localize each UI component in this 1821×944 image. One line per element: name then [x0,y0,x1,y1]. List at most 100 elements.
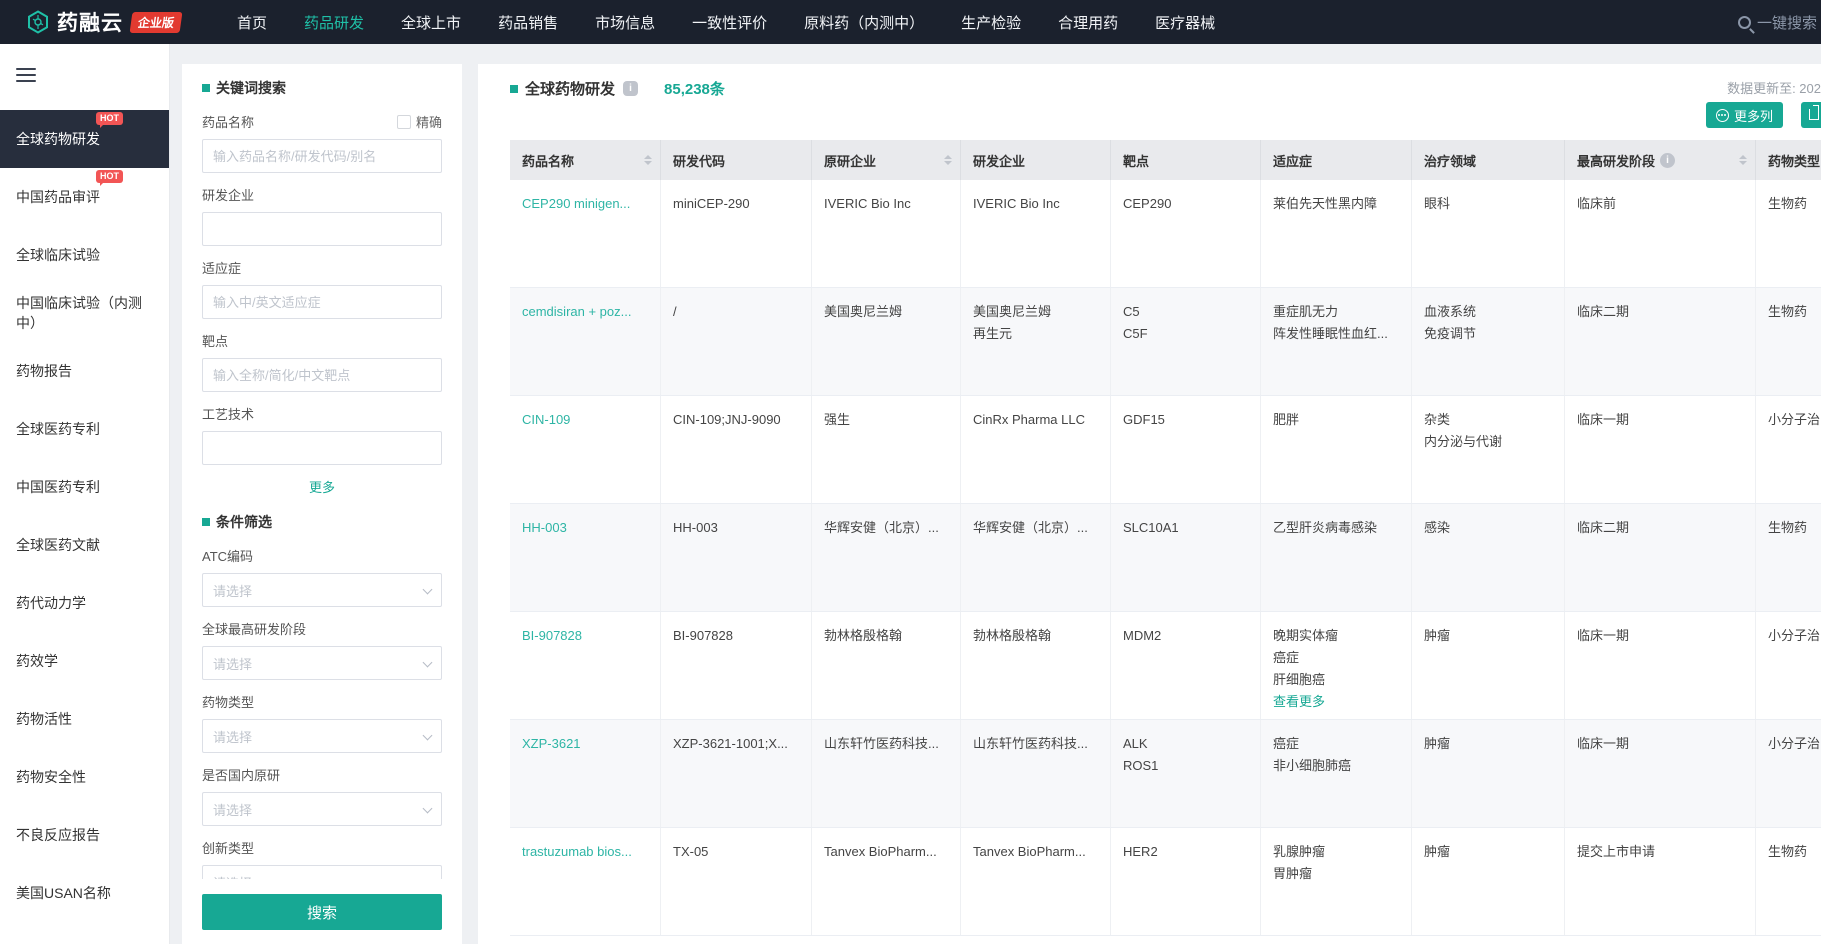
drug-name-link[interactable]: BI-907828 [522,625,650,647]
select-是否国内原研[interactable]: 请选择 [202,792,442,826]
filter-input-研发企业[interactable] [202,212,442,246]
filter-input-靶点[interactable] [202,358,442,392]
column-info-icon[interactable]: i [1660,152,1676,168]
nav-item-原料药（内测中）[interactable]: 原料药（内测中） [804,12,924,33]
sidebar-item[interactable]: 全球医药文献 [0,516,169,574]
cell-text: 癌症 [1273,650,1300,665]
table-row: XZP-3621 XZP-3621-1001;X... 山东轩竹医药科技... 山东轩… [510,720,1821,828]
select-药物类型[interactable]: 请选择 [202,719,442,753]
cell-indication: 癌症 非小细胞肺癌 [1261,720,1412,827]
column-header-label: 药物类型 [1768,153,1821,169]
global-search-button[interactable]: 一键搜索 [1737,12,1817,33]
drug-name-link[interactable]: cemdisiran + poz... [522,301,650,323]
sidebar-item[interactable]: 美国USAN名称 [0,864,169,922]
filter-select-label: 全球最高研发阶段 [202,622,307,637]
cell-developer: 山东轩竹医药科技... [961,720,1111,827]
column-header-靶点: 靶点 [1111,140,1261,180]
filter-field-label: 药品名称 [202,115,255,130]
pharnexcloud-drug-rd-page: { "nav": { "logo_text": "药融云", "logo_bad… [0,0,1821,944]
sidebar-item-label: 中国医药专利 [16,479,100,495]
cell-text: 华辉安健（北京）... [824,520,939,535]
more-filters-link[interactable]: 更多 [202,477,442,496]
nav-item-医疗器械[interactable]: 医疗器械 [1155,12,1215,33]
sidebar-item-label: 中国药品审评 [16,189,100,205]
drug-name-link[interactable]: XZP-3621 [522,733,650,755]
sidebar-item[interactable]: 中国医药专利 [0,458,169,516]
nav-item-首页[interactable]: 首页 [237,12,267,33]
sidebar-item-label: 中国临床试验（内测中） [16,295,142,331]
drug-name-link[interactable]: HH-003 [522,517,650,539]
sort-caret-icon[interactable] [1733,151,1747,169]
search-button[interactable]: 搜索 [202,894,442,930]
cell-target: SLC10A1 [1111,504,1261,611]
table-body: CEP290 minigen... miniCEP-290 IVERIC Bio I… [510,180,1821,936]
cell-highest-stage: 提交上市申请 [1565,828,1756,935]
filter-field: 药品名称 精确 [202,112,442,173]
cell-target: ALK ROS1 [1111,720,1261,827]
title-info-icon[interactable]: i [623,81,639,96]
cell-text: 免疫调节 [1424,326,1477,341]
select-全球最高研发阶段[interactable]: 请选择 [202,646,442,680]
sidebar-item[interactable]: 中国药品审评 HOT [0,168,169,226]
filter-input-工艺技术[interactable] [202,431,442,465]
view-more-link[interactable]: 查看更多 [1273,691,1401,713]
hamburger-menu-icon[interactable] [16,68,36,82]
sort-caret-icon[interactable] [938,151,952,169]
condition-filter-section-title: 条件筛选 [202,512,442,532]
filter-field-label: 研发企业 [202,188,255,203]
filter-select-field: 是否国内原研 请选择 [202,765,442,826]
cell-text: 华辉安健（北京）... [973,520,1088,535]
cell-drug-name: CEP290 minigen... [510,180,661,287]
cell-text: 美国奥尼兰姆 [973,304,1052,319]
cell-drug-type: 小分子治 [1756,396,1821,503]
sort-asc-icon [944,151,952,159]
sidebar-item[interactable]: 全球医药专利 [0,400,169,458]
nav-item-一致性评价[interactable]: 一致性评价 [692,12,767,33]
cell-text: 肿瘤 [1424,628,1451,643]
sidebar-item-label: 药代动力学 [16,595,86,611]
nav-item-药品销售[interactable]: 药品销售 [498,12,558,33]
cell-text: 强生 [824,412,851,427]
sidebar-item[interactable]: 全球临床试验 [0,226,169,284]
filter-input-药品名称[interactable] [202,139,442,173]
hot-badge: HOT [96,112,123,128]
drug-name-link[interactable]: trastuzumab bios... [522,841,650,863]
more-columns-icon [1715,108,1729,122]
select-创新类型[interactable]: 请选择 [202,865,442,879]
sidebar-item[interactable]: 药效学 [0,632,169,690]
sort-caret-icon[interactable] [638,151,652,169]
global-search-label: 一键搜索 [1756,14,1817,32]
sidebar-item[interactable]: 药物活性 [0,690,169,748]
export-button[interactable] [1801,102,1821,128]
nav-item-药品研发[interactable]: 药品研发 [304,12,364,33]
sidebar-item[interactable]: 药物安全性 [0,748,169,806]
cell-drug-name: trastuzumab bios... [510,828,661,935]
cell-text: XZP-3621-1001;X... [673,736,788,751]
sidebar-item[interactable]: 全球药物研发 HOT [0,110,169,168]
sidebar-item[interactable]: 药物报告 [0,342,169,400]
exact-match-option[interactable]: 精确 [396,112,442,131]
nav-item-合理用药[interactable]: 合理用药 [1058,12,1118,33]
cell-drug-type: 生物药 [1756,504,1821,611]
select-ATC编码[interactable]: 请选择 [202,573,442,607]
cell-text: 血液系统 [1424,304,1477,319]
nav-item-全球上市[interactable]: 全球上市 [401,12,461,33]
sidebar-item[interactable]: 药代动力学 [0,574,169,632]
sidebar-item[interactable]: 不良反应报告 [0,806,169,864]
logo-hexagon-icon [28,10,48,34]
exact-checkbox[interactable] [396,114,411,129]
nav-item-市场信息[interactable]: 市场信息 [595,12,655,33]
nav-item-生产检验[interactable]: 生产检验 [961,12,1021,33]
sidebar-item[interactable]: 中国临床试验（内测中） [0,284,169,342]
drug-name-link[interactable]: CIN-109 [522,409,650,431]
cell-text: 小分子治 [1768,412,1821,427]
cell-target: GDF15 [1111,396,1261,503]
drug-name-link[interactable]: CEP290 minigen... [522,193,650,215]
filter-input-适应症[interactable] [202,285,442,319]
cell-text: 再生元 [973,326,1013,341]
cell-indication: 重症肌无力 阵发性睡眠性血红... [1261,288,1412,395]
table-row: CEP290 minigen... miniCEP-290 IVERIC Bio I… [510,180,1821,288]
cell-indication: 乳腺肿瘤 胃肿瘤 [1261,828,1412,935]
more-columns-button[interactable]: 更多列 [1705,102,1783,128]
logo[interactable]: 药融云 企业版 [26,7,183,37]
